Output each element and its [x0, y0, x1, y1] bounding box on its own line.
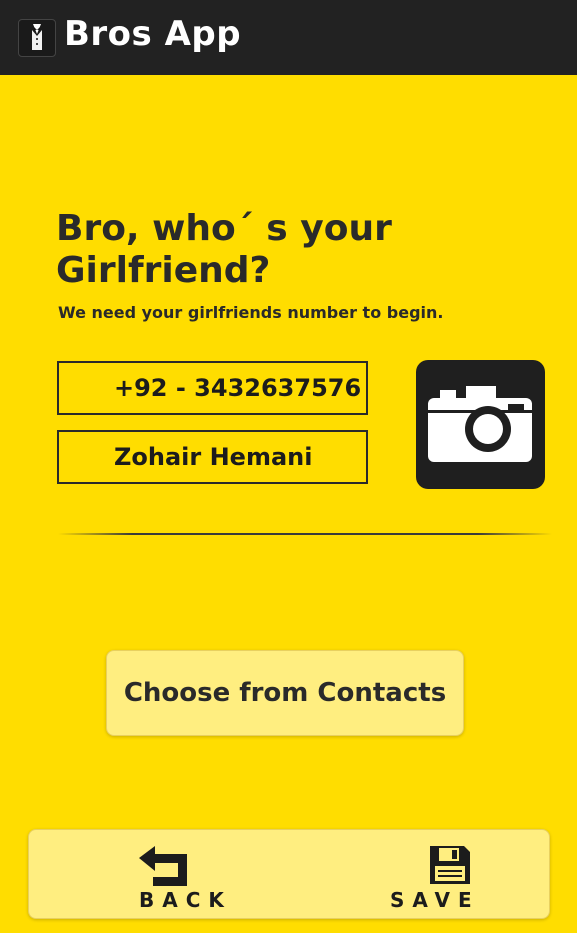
- save-label: SAVE: [390, 888, 480, 912]
- page-headline: Bro, who´ s your Girlfriend?: [56, 208, 392, 291]
- phone-number-input[interactable]: [57, 361, 368, 415]
- back-arrow-icon: [139, 846, 187, 886]
- girlfriend-name-input[interactable]: [57, 430, 368, 484]
- back-label: BACK: [139, 888, 232, 912]
- divider: [58, 533, 552, 535]
- app-bar: Bros App: [0, 0, 577, 75]
- page-subline: We need your girlfriends number to begin…: [58, 303, 444, 322]
- bottom-nav-bar: BACK SAVE: [28, 829, 550, 919]
- app-title: Bros App: [64, 14, 242, 54]
- tuxedo-icon: [18, 19, 56, 57]
- camera-button[interactable]: [416, 360, 545, 489]
- save-button[interactable]: SAVE: [384, 830, 544, 920]
- back-button[interactable]: BACK: [129, 830, 289, 920]
- camera-icon: [428, 386, 532, 462]
- floppy-disk-icon: [430, 846, 470, 884]
- choose-from-contacts-button[interactable]: Choose from Contacts: [106, 650, 464, 736]
